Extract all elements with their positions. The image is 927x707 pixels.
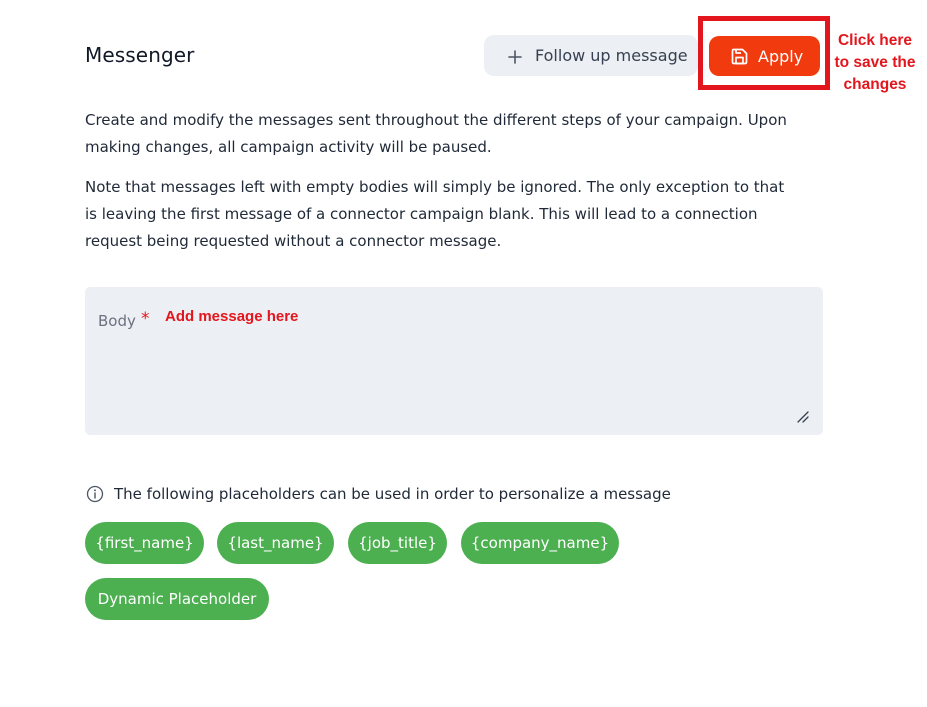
info-icon	[86, 485, 104, 503]
add-message-annotation: Add message here	[165, 308, 299, 325]
follow-up-message-label: Follow up message	[535, 46, 688, 65]
placeholder-chip-dynamic[interactable]: Dynamic Placeholder	[85, 578, 269, 620]
resize-handle-icon[interactable]	[797, 408, 809, 423]
message-body-textarea[interactable]: Body * Add message here	[85, 287, 823, 435]
save-hint-annotation: Click here to save the changes	[834, 32, 916, 93]
body-field-label: Body	[98, 312, 136, 330]
apply-button[interactable]: Apply	[709, 36, 820, 76]
follow-up-message-button[interactable]: Follow up message	[484, 35, 698, 76]
placeholder-chip-job-title[interactable]: {job_title}	[348, 522, 447, 564]
placeholder-info: The following placeholders can be used i…	[86, 485, 671, 503]
description-paragraph-1: Create and modify the messages sent thro…	[85, 111, 787, 156]
apply-label: Apply	[758, 46, 804, 66]
placeholder-chip-last-name[interactable]: {last_name}	[217, 522, 334, 564]
placeholder-chip-company-name[interactable]: {company_name}	[461, 522, 619, 564]
plus-icon	[508, 49, 522, 64]
description-paragraph-2: Note that messages left with empty bodie…	[85, 178, 785, 250]
page-title: Messenger	[85, 43, 195, 67]
placeholder-info-text: The following placeholders can be used i…	[114, 485, 671, 503]
save-icon	[730, 47, 749, 66]
placeholder-chip-first-name[interactable]: {first_name}	[85, 522, 204, 564]
required-asterisk: *	[141, 309, 150, 329]
